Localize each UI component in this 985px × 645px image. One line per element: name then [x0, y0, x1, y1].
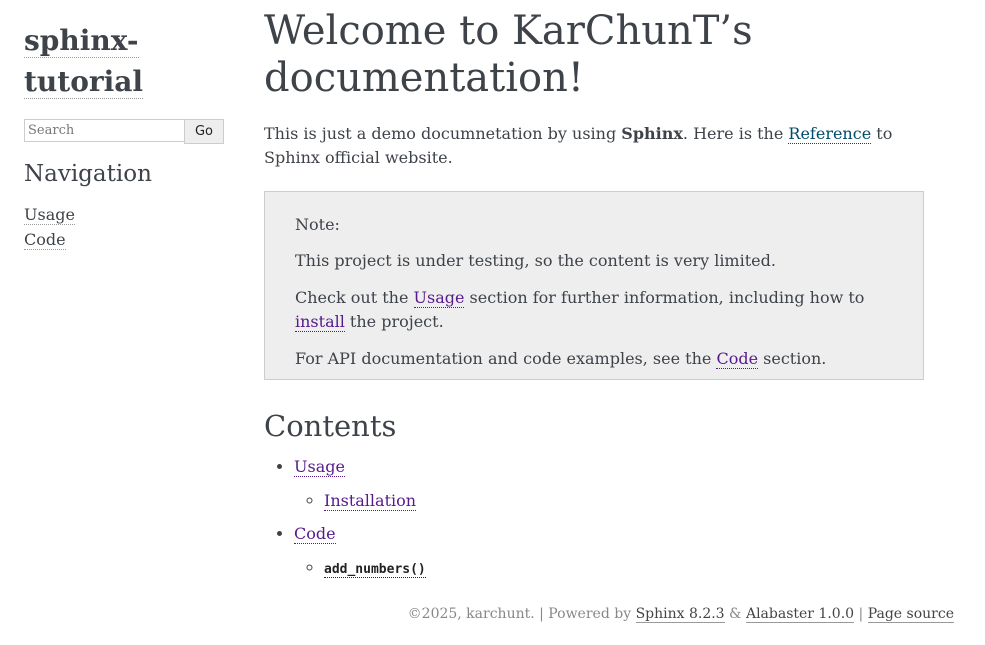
alabaster-link[interactable]: Alabaster 1.0.0 — [745, 606, 855, 623]
note-p2-text-a: Check out the — [295, 288, 414, 307]
sidebar: sphinx- tutorial Go Navigation Usage Cod… — [24, 20, 224, 252]
main-content: Welcome to KarChunT’s documentation! Thi… — [264, 8, 924, 590]
page-title: Welcome to KarChunT’s documentation! — [264, 8, 753, 101]
footer-amp: & — [724, 606, 746, 622]
toc-link-add-numbers[interactable]: add_numbers() — [324, 558, 426, 578]
toc-link-usage[interactable]: Usage — [294, 457, 345, 477]
table-of-contents: Usage Installation Code add_numbers() — [264, 454, 924, 582]
note-title: Note: — [295, 215, 340, 234]
note-admonition: Note: This project is under testing, so … — [264, 191, 924, 380]
logo-link[interactable]: sphinx- tutorial — [24, 24, 144, 99]
nav-item-code[interactable]: Code — [24, 230, 66, 250]
navigation-list: Usage Code — [24, 202, 224, 252]
note-p3-text-b: section. — [758, 349, 827, 368]
intro-text-2: . Here is the — [682, 124, 789, 143]
toc-sublist: add_numbers() — [294, 555, 924, 582]
toc-subitem: Installation — [324, 488, 924, 513]
toc-item: Usage Installation — [294, 454, 924, 513]
note-p3-text-a: For API documentation and code examples,… — [295, 349, 717, 368]
logo-line-1: sphinx- — [24, 24, 139, 58]
toc-link-code[interactable]: Code — [294, 524, 336, 544]
intro-paragraph: This is just a demo documnetation by usi… — [264, 122, 924, 170]
note-p2-text-c: the project. — [344, 312, 444, 331]
footer-separator: | — [854, 606, 868, 622]
intro-text-1: This is just a demo documnetation by usi… — [264, 124, 622, 143]
toc-sublist: Installation — [294, 488, 924, 513]
note-p2-text-b: section for further information, includi… — [464, 288, 865, 307]
toc-item: Code add_numbers() — [294, 521, 924, 582]
contents-heading: Contents — [264, 409, 397, 443]
footer: ©2025, karchunt. | Powered by Sphinx 8.2… — [407, 606, 954, 623]
note-paragraph-3: For API documentation and code examples,… — [295, 347, 893, 371]
sphinx-link[interactable]: Sphinx 8.2.3 — [635, 606, 725, 623]
logo-line-2: tutorial — [24, 65, 144, 99]
note-paragraph-2: Check out the Usage section for further … — [295, 286, 893, 334]
navigation-heading: Navigation — [24, 161, 152, 187]
search-form: Go — [24, 119, 224, 144]
usage-link[interactable]: Usage — [413, 288, 465, 308]
code-link[interactable]: Code — [716, 349, 759, 369]
search-input[interactable] — [24, 119, 184, 142]
note-paragraph-1: This project is under testing, so the co… — [295, 251, 776, 270]
intro-bold: Sphinx — [621, 124, 683, 143]
install-link[interactable]: install — [295, 312, 345, 332]
page-source-link[interactable]: Page source — [867, 606, 954, 623]
add-numbers-code: add_numbers() — [324, 562, 426, 577]
toc-subitem: add_numbers() — [324, 555, 924, 582]
go-button[interactable]: Go — [184, 119, 224, 144]
nav-item-usage[interactable]: Usage — [24, 205, 75, 225]
toc-link-installation[interactable]: Installation — [324, 491, 417, 511]
footer-copyright: ©2025, karchunt. | Powered by — [407, 606, 636, 622]
reference-link[interactable]: Reference — [788, 124, 872, 144]
